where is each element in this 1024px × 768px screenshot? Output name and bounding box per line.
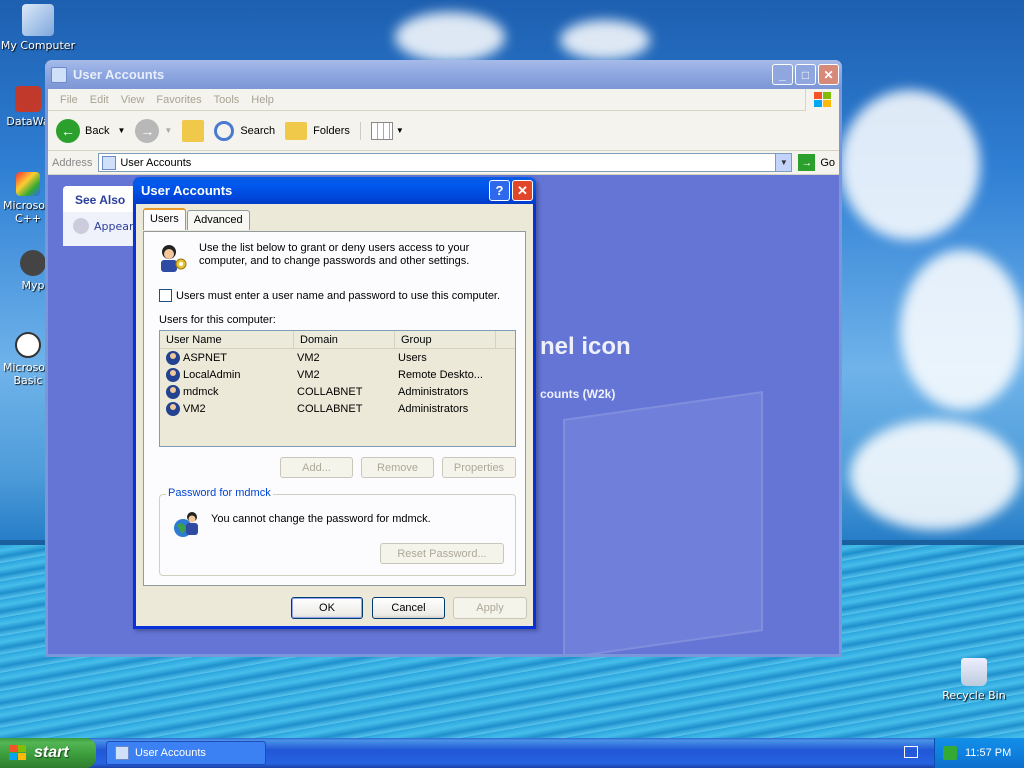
cancel-button[interactable]: Cancel: [372, 597, 445, 619]
clock[interactable]: 11:57 PM: [965, 747, 1011, 759]
require-login-checkbox[interactable]: [159, 289, 172, 302]
address-dropdown-icon[interactable]: ▼: [775, 154, 792, 171]
watermark-graphic: [563, 390, 763, 654]
back-arrow-icon: ←: [56, 118, 80, 143]
minimize-button[interactable]: _: [772, 64, 793, 85]
menu-file[interactable]: File: [60, 94, 78, 106]
tab-advanced[interactable]: Advanced: [186, 210, 250, 230]
dialog-titlebar[interactable]: User Accounts ? ✕: [133, 177, 536, 204]
background-subtitle: counts (W2k): [540, 387, 616, 401]
column-domain[interactable]: Domain: [294, 331, 395, 348]
back-button[interactable]: ← Back ▼: [56, 118, 126, 143]
table-row[interactable]: VM2 COLLABNET Administrators: [160, 400, 515, 417]
views-button[interactable]: ▼: [359, 121, 404, 140]
go-arrow-icon: →: [798, 154, 816, 171]
datawa-icon: [15, 86, 41, 112]
help-button[interactable]: ?: [489, 180, 510, 201]
column-group[interactable]: Group: [395, 331, 496, 348]
chevron-down-icon: ▼: [395, 126, 404, 135]
menu-favorites[interactable]: Favorites: [156, 94, 201, 106]
vb-icon: [15, 332, 41, 358]
password-group-legend: Password for mdmck: [166, 487, 273, 499]
address-bar: Address User Accounts ▼ → Go: [48, 151, 839, 175]
forward-arrow-icon: →: [135, 118, 160, 143]
user-globe-icon: [174, 512, 198, 537]
users-list-label: Users for this computer:: [159, 314, 276, 326]
recycle-bin-icon: [961, 658, 987, 686]
go-button[interactable]: → Go: [798, 154, 835, 171]
ok-button[interactable]: OK: [291, 597, 363, 619]
menu-help[interactable]: Help: [251, 94, 274, 106]
require-login-checkbox-row[interactable]: Users must enter a user name and passwor…: [159, 289, 500, 302]
up-button[interactable]: [182, 119, 205, 142]
folder-up-icon: [182, 119, 205, 142]
reset-password-button[interactable]: Reset Password...: [380, 543, 504, 564]
start-button[interactable]: start: [0, 738, 96, 768]
taskbar: start User Accounts 11:57 PM: [0, 738, 1024, 768]
folder-icon: [285, 121, 308, 140]
computer-icon: [22, 4, 54, 36]
users-list[interactable]: User Name Domain Group ASPNET VM2 Users …: [159, 330, 516, 447]
user-keys-icon: [161, 245, 187, 272]
users-tab-pane: Use the list below to grant or deny user…: [143, 231, 526, 586]
dialog-close-button[interactable]: ✕: [512, 180, 533, 201]
desktop-icon-my-computer[interactable]: My Computer: [0, 4, 76, 52]
background-title: nel icon: [540, 333, 631, 360]
user-accounts-icon: [102, 155, 117, 170]
address-label: Address: [52, 156, 93, 169]
raccoon-icon: [20, 250, 46, 276]
forward-button[interactable]: → ▼: [135, 118, 173, 143]
tab-strip: Users Advanced: [143, 208, 251, 230]
intro: Use the list below to grant or deny user…: [157, 242, 489, 274]
user-accounts-dialog: User Accounts ? ✕ Users Advanced Use the…: [133, 177, 536, 629]
menu-view[interactable]: View: [121, 94, 145, 106]
taskbar-item-user-accounts[interactable]: User Accounts: [106, 741, 266, 765]
chevron-down-icon: ▼: [117, 126, 126, 135]
intro-text: Use the list below to grant or deny user…: [199, 242, 470, 267]
user-icon: [166, 401, 180, 416]
keyboard-icon[interactable]: [904, 746, 918, 758]
dialog-title: User Accounts: [141, 183, 233, 198]
maximize-button[interactable]: □: [795, 64, 816, 85]
user-accounts-icon: [115, 746, 129, 760]
windows-logo-icon: [9, 745, 26, 760]
table-row[interactable]: mdmck COLLABNET Administrators: [160, 383, 515, 400]
close-button[interactable]: ✕: [818, 64, 839, 85]
explorer-titlebar[interactable]: User Accounts _ □ ✕: [45, 60, 842, 89]
list-header: User Name Domain Group: [160, 331, 515, 349]
user-icon: [166, 350, 180, 365]
explorer-title: User Accounts: [73, 67, 165, 82]
menu-edit[interactable]: Edit: [90, 94, 109, 106]
search-button[interactable]: Search: [214, 120, 275, 141]
views-icon: [370, 121, 393, 140]
user-icon: [166, 384, 180, 399]
table-row[interactable]: ASPNET VM2 Users: [160, 349, 515, 366]
user-accounts-icon: [51, 66, 67, 83]
network-icon[interactable]: [943, 746, 957, 760]
menu-bar: File Edit View Favorites Tools Help: [48, 88, 839, 111]
column-user-name[interactable]: User Name: [160, 331, 294, 348]
add-user-button[interactable]: Add...: [280, 457, 353, 478]
windows-logo-icon: [805, 88, 839, 111]
tab-users[interactable]: Users: [143, 208, 186, 230]
apply-button[interactable]: Apply: [453, 597, 527, 619]
desktop-icon-recycle-bin[interactable]: Recycle Bin: [936, 658, 1012, 702]
chevron-down-icon: ▼: [164, 126, 173, 135]
password-message: You cannot change the password for mdmck…: [211, 513, 431, 525]
appearance-icon: [73, 218, 89, 234]
system-tray: 11:57 PM: [934, 738, 1024, 768]
search-icon: [214, 120, 235, 141]
table-row[interactable]: LocalAdmin VM2 Remote Deskto...: [160, 366, 515, 383]
require-login-label: Users must enter a user name and passwor…: [176, 289, 501, 302]
properties-button[interactable]: Properties: [442, 457, 516, 478]
address-input[interactable]: User Accounts ▼: [98, 153, 793, 172]
user-icon: [166, 367, 180, 382]
password-groupbox: Password for mdmck You cannot change the…: [159, 487, 516, 576]
remove-user-button[interactable]: Remove: [361, 457, 434, 478]
infinity-icon: [16, 172, 40, 196]
menu-tools[interactable]: Tools: [214, 94, 240, 106]
folders-button[interactable]: Folders: [285, 121, 350, 140]
toolbar: ← Back ▼ → ▼ Search Folders ▼: [48, 111, 839, 151]
